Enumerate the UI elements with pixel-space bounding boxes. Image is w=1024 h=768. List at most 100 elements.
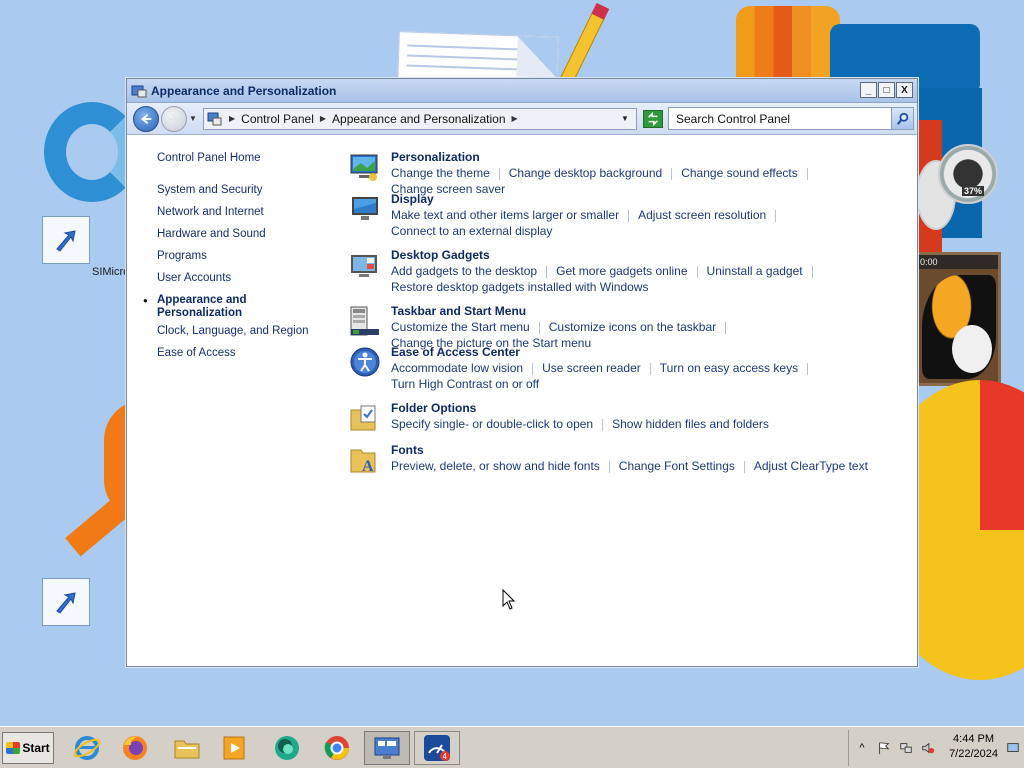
ease-of-access-icon	[350, 347, 380, 377]
taskbar-start-menu-title[interactable]: Taskbar and Start Menu	[391, 304, 909, 319]
desktop-shortcut-icon[interactable]	[42, 216, 90, 264]
change-sound-effects-link[interactable]: Change sound effects	[681, 166, 798, 180]
make-text-larger-link[interactable]: Make text and other items larger or smal…	[391, 208, 619, 222]
search-box[interactable]	[668, 107, 914, 130]
internet-explorer-icon	[73, 736, 101, 760]
adjust-cleartype-link[interactable]: Adjust ClearType text	[754, 459, 868, 473]
high-contrast-link[interactable]: Turn High Contrast on or off	[391, 377, 539, 391]
start-label: Start	[22, 741, 50, 755]
category-desktop-gadgets: Desktop Gadgets Add gadgets to the deskt…	[349, 248, 909, 300]
media-player-button[interactable]	[216, 731, 254, 765]
speed-icon: 4	[424, 735, 450, 761]
desktop-gadgets-title[interactable]: Desktop Gadgets	[391, 248, 909, 263]
search-button[interactable]	[891, 108, 913, 129]
maximize-button[interactable]: □	[878, 82, 895, 98]
add-gadgets-link[interactable]: Add gadgets to the desktop	[391, 264, 537, 278]
preview-fonts-link[interactable]: Preview, delete, or show and hide fonts	[391, 459, 600, 473]
file-explorer-button[interactable]	[168, 731, 206, 765]
windows-logo-icon	[6, 742, 21, 754]
breadcrumb-appearance[interactable]: Appearance and Personalization	[332, 112, 505, 126]
use-screen-reader-link[interactable]: Use screen reader	[542, 361, 641, 375]
sidebar-item-system-security[interactable]: System and Security	[157, 184, 337, 197]
control-panel-icon	[374, 737, 400, 759]
gadget-slideshow[interactable]: 0:00	[915, 252, 1001, 386]
firefox-icon	[123, 736, 147, 760]
single-double-click-link[interactable]: Specify single- or double-click to open	[391, 417, 593, 431]
control-panel-taskbar-button[interactable]	[364, 731, 410, 765]
search-icon	[896, 112, 908, 125]
clock[interactable]: 4:44 PM 7/22/2024	[949, 732, 998, 762]
turn-on-access-keys-link[interactable]: Turn on easy access keys	[660, 361, 798, 375]
restore-gadgets-link[interactable]: Restore desktop gadgets installed with W…	[391, 280, 648, 294]
change-desktop-background-link[interactable]: Change desktop background	[509, 166, 662, 180]
show-hidden-files-link[interactable]: Show hidden files and folders	[612, 417, 769, 431]
system-tray: ^ 4:44 PM 7/22/2024	[848, 730, 1024, 766]
connect-external-display-link[interactable]: Connect to an external display	[391, 224, 552, 238]
action-center-flag-icon[interactable]	[875, 739, 893, 757]
accommodate-low-vision-link[interactable]: Accommodate low vision	[391, 361, 523, 375]
forward-arrow-icon	[168, 113, 179, 124]
back-button[interactable]	[133, 105, 159, 132]
forward-button[interactable]	[161, 105, 187, 132]
adjust-screen-resolution-link[interactable]: Adjust screen resolution	[638, 208, 766, 222]
refresh-icon	[648, 111, 658, 126]
ease-of-access-title[interactable]: Ease of Access Center	[391, 345, 909, 360]
address-bar[interactable]: ▶ Control Panel ▶ Appearance and Persona…	[203, 107, 637, 130]
fonts-icon: A	[350, 449, 376, 475]
address-dropdown[interactable]: ▼	[614, 114, 636, 123]
refresh-button[interactable]	[643, 109, 663, 128]
change-font-settings-link[interactable]: Change Font Settings	[619, 459, 735, 473]
clock-time: 4:44 PM	[953, 733, 995, 745]
change-theme-link[interactable]: Change the theme	[391, 166, 490, 180]
category-taskbar-start-menu: Taskbar and Start Menu Customize the Sta…	[349, 304, 909, 350]
messenger-button[interactable]	[268, 731, 306, 765]
folder-options-title[interactable]: Folder Options	[391, 401, 909, 416]
recent-pages-dropdown[interactable]: ▼	[187, 106, 199, 132]
sidebar-item-control-panel-home[interactable]: Control Panel Home	[157, 152, 337, 165]
desktop-shortcut-label[interactable]: SIMicro	[92, 266, 129, 278]
fonts-title[interactable]: Fonts	[391, 443, 909, 458]
speed-taskbar-button[interactable]: 4	[414, 731, 460, 765]
sidebar-item-ease-of-access[interactable]: Ease of Access	[157, 347, 337, 360]
breadcrumb-control-panel[interactable]: Control Panel	[241, 112, 314, 126]
content-area: Control Panel Home System and Security N…	[127, 136, 917, 666]
gadget-slideshow-bar: 0:00	[918, 255, 998, 269]
clock-date: 7/22/2024	[949, 748, 998, 760]
network-icon[interactable]	[897, 739, 915, 757]
volume-muted-icon[interactable]	[919, 739, 937, 757]
internet-explorer-button[interactable]	[68, 731, 106, 765]
sidebar-item-hardware-sound[interactable]: Hardware and Sound	[157, 228, 337, 241]
search-input[interactable]	[669, 111, 889, 126]
chrome-button[interactable]	[318, 731, 356, 765]
desktop-shortcut-icon-2[interactable]	[42, 578, 90, 626]
breadcrumb-separator[interactable]: ▶	[320, 114, 326, 123]
customize-taskbar-icons-link[interactable]: Customize icons on the taskbar	[549, 320, 716, 334]
gadget-gauge[interactable]: 37%	[938, 144, 998, 204]
start-button[interactable]: Start	[2, 732, 54, 764]
chrome-icon	[324, 736, 349, 760]
show-hidden-icons-button[interactable]: ^	[853, 739, 871, 757]
show-desktop-icon[interactable]	[1004, 739, 1022, 757]
customize-start-menu-link[interactable]: Customize the Start menu	[391, 320, 530, 334]
uninstall-gadget-link[interactable]: Uninstall a gadget	[707, 264, 803, 278]
sidebar-item-clock-language-region[interactable]: Clock, Language, and Region	[157, 325, 337, 338]
folder-options-icon	[350, 405, 376, 431]
title-bar[interactable]: Appearance and Personalization _ □ X	[127, 79, 917, 103]
breadcrumb-separator[interactable]: ▶	[512, 114, 518, 123]
close-button[interactable]: X	[896, 82, 913, 98]
taskbar: Start 4 ^ 4:44 PM 7/22/2024	[0, 726, 1024, 768]
sidebar-item-programs[interactable]: Programs	[157, 250, 337, 263]
gadgets-icon	[351, 255, 377, 277]
sidebar-item-user-accounts[interactable]: User Accounts	[157, 272, 337, 285]
sidebar-item-network-internet[interactable]: Network and Internet	[157, 206, 337, 219]
firefox-button[interactable]	[116, 731, 154, 765]
breadcrumb-separator[interactable]: ▶	[229, 114, 235, 123]
personalization-icon	[350, 154, 378, 181]
category-display: Display Make text and other items larger…	[349, 192, 909, 244]
get-more-gadgets-link[interactable]: Get more gadgets online	[556, 264, 687, 278]
display-title[interactable]: Display	[391, 192, 909, 207]
minimize-button[interactable]: _	[860, 82, 877, 98]
personalization-title[interactable]: Personalization	[391, 150, 909, 165]
category-personalization: Personalization Change the theme Change d…	[349, 150, 909, 196]
svg-text:A: A	[362, 458, 374, 475]
